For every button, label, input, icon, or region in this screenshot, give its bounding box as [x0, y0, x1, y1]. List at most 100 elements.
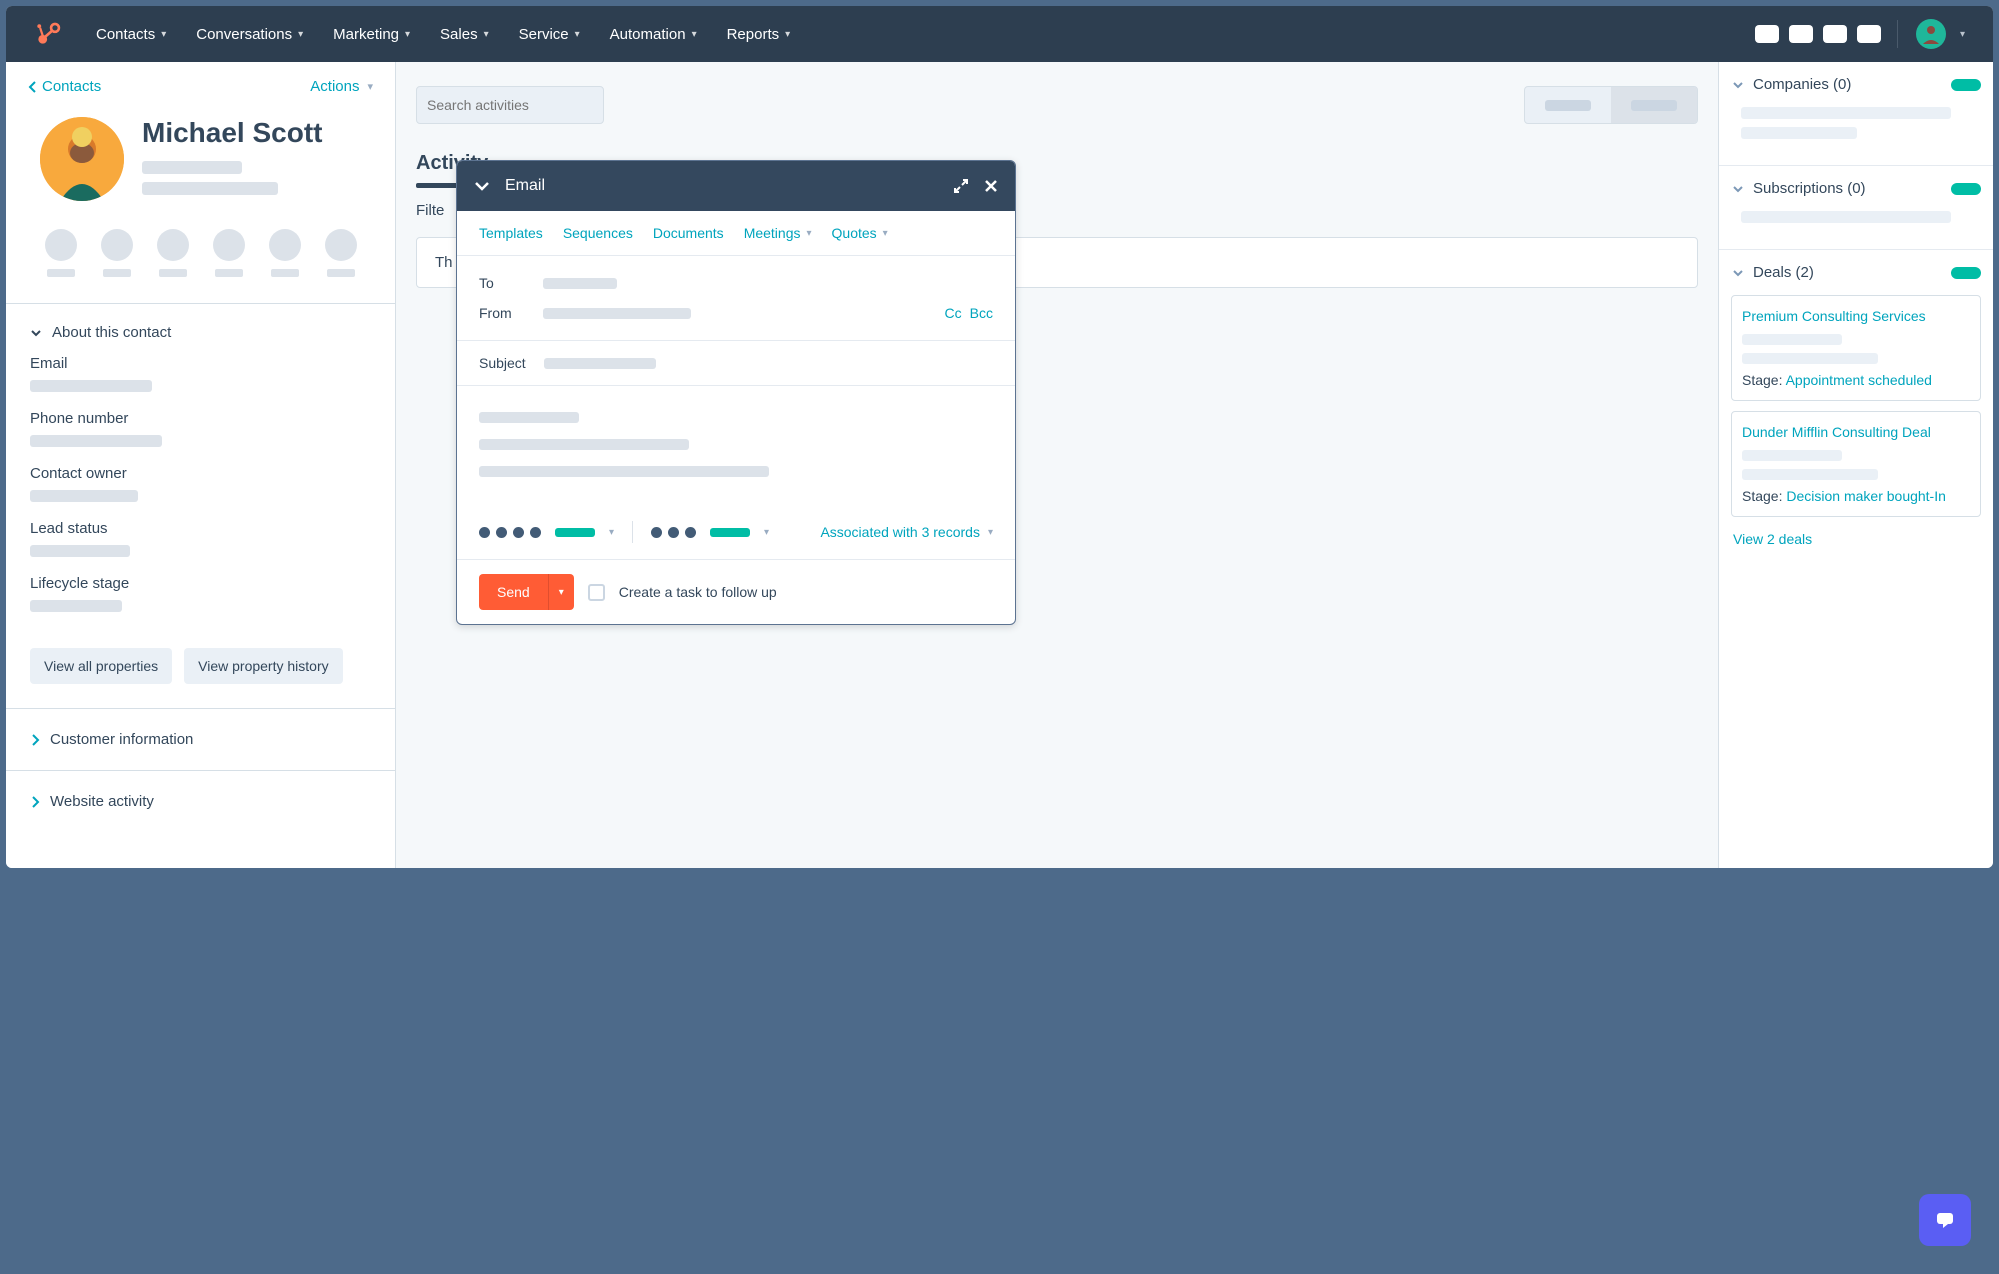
toolbar-group-1[interactable] [479, 527, 541, 538]
placeholder [1741, 127, 1857, 139]
send-button[interactable]: Send [479, 574, 548, 610]
tab-documents[interactable]: Documents [653, 225, 724, 241]
toggle-option-1[interactable] [1525, 87, 1611, 123]
placeholder [479, 439, 689, 450]
deal-title[interactable]: Premium Consulting Services [1742, 308, 1970, 324]
contact-fields: Email Phone number Contact owner Lead st… [6, 355, 395, 648]
nav-pill-4[interactable] [1857, 25, 1881, 43]
chevron-down-icon[interactable]: ▾ [1960, 29, 1965, 40]
toolbar-group-2[interactable] [651, 527, 696, 538]
nav-contacts[interactable]: Contacts▾ [96, 26, 166, 43]
placeholder [1742, 353, 1878, 364]
hubspot-logo-icon[interactable] [34, 20, 62, 48]
nav-items: Contacts▾ Conversations▾ Marketing▾ Sale… [96, 26, 1755, 43]
activity-search[interactable] [416, 86, 604, 124]
toolbar-pill-2[interactable] [710, 528, 750, 537]
chevron-right-icon [30, 796, 40, 808]
nav-divider [1897, 20, 1898, 48]
placeholder [30, 435, 162, 447]
toolbar-pill-1[interactable] [555, 528, 595, 537]
bcc-link[interactable]: Bcc [970, 305, 993, 321]
deals-title[interactable]: Deals (2) [1753, 264, 1943, 281]
expand-icon[interactable] [953, 178, 969, 194]
tab-quotes[interactable]: Quotes▾ [832, 225, 888, 241]
toggle-option-2[interactable] [1611, 87, 1697, 123]
contact-action-3[interactable] [157, 229, 189, 277]
tab-sequences[interactable]: Sequences [563, 225, 633, 241]
customer-information-section[interactable]: Customer information [6, 708, 395, 770]
actions-menu[interactable]: Actions▾ [310, 78, 373, 95]
deal-card[interactable]: Premium Consulting Services Stage: Appoi… [1731, 295, 1981, 401]
left-sidebar: Contacts Actions▾ Michael Scott [6, 62, 396, 868]
chevron-left-icon [28, 81, 38, 93]
website-activity-section[interactable]: Website activity [6, 770, 395, 832]
phone-field-label: Phone number [30, 410, 371, 427]
chat-launcher[interactable] [1919, 1194, 1971, 1246]
about-contact-header[interactable]: About this contact [6, 304, 395, 355]
badge [1951, 79, 1981, 91]
view-deals-link[interactable]: View 2 deals [1731, 527, 1981, 547]
tab-templates[interactable]: Templates [479, 225, 543, 241]
contact-photo [40, 117, 124, 201]
subject-field[interactable]: Subject [457, 341, 1015, 386]
contact-action-2[interactable] [101, 229, 133, 277]
placeholder [30, 380, 152, 392]
close-icon[interactable] [983, 178, 999, 194]
email-body[interactable] [457, 386, 1015, 511]
lead-field-label: Lead status [30, 520, 371, 537]
chevron-down-icon[interactable]: ▾ [609, 527, 614, 538]
deal-stage: Stage: Decision maker bought-In [1742, 488, 1970, 504]
view-all-properties-button[interactable]: View all properties [30, 648, 172, 684]
deal-card[interactable]: Dunder Mifflin Consulting Deal Stage: De… [1731, 411, 1981, 517]
nav-pill-2[interactable] [1789, 25, 1813, 43]
email-modal-header: Email [457, 161, 1015, 211]
follow-up-checkbox[interactable] [588, 584, 605, 601]
companies-title[interactable]: Companies (0) [1753, 76, 1943, 93]
send-dropdown[interactable]: ▾ [548, 574, 574, 610]
contact-header: Michael Scott [6, 99, 395, 223]
view-property-history-button[interactable]: View property history [184, 648, 342, 684]
nav-right: ▾ [1755, 19, 1965, 49]
deal-title[interactable]: Dunder Mifflin Consulting Deal [1742, 424, 1970, 440]
email-footer: Send ▾ Create a task to follow up [457, 559, 1015, 624]
placeholder [543, 278, 617, 289]
contact-action-4[interactable] [213, 229, 245, 277]
placeholder [30, 600, 122, 612]
nav-service[interactable]: Service▾ [519, 26, 580, 43]
nav-reports[interactable]: Reports▾ [727, 26, 791, 43]
to-field[interactable]: To [479, 268, 993, 298]
nav-conversations[interactable]: Conversations▾ [196, 26, 303, 43]
chevron-down-icon[interactable]: ▾ [764, 527, 769, 538]
chevron-down-icon[interactable] [1731, 266, 1745, 280]
tab-meetings[interactable]: Meetings▾ [744, 225, 812, 241]
nav-automation[interactable]: Automation▾ [610, 26, 697, 43]
subscriptions-section: Subscriptions (0) [1719, 166, 1993, 250]
placeholder [142, 182, 278, 195]
contact-action-1[interactable] [45, 229, 77, 277]
placeholder [479, 466, 769, 477]
nav-sales[interactable]: Sales▾ [440, 26, 489, 43]
subscriptions-title[interactable]: Subscriptions (0) [1753, 180, 1943, 197]
nav-marketing[interactable]: Marketing▾ [333, 26, 410, 43]
center-panel: Activity Filte Th Email [396, 62, 1718, 868]
lifecycle-field-label: Lifecycle stage [30, 575, 371, 592]
user-avatar[interactable] [1916, 19, 1946, 49]
nav-pill-3[interactable] [1823, 25, 1847, 43]
associated-records[interactable]: Associated with 3 records▾ [820, 524, 993, 540]
cc-link[interactable]: Cc [945, 305, 962, 321]
chevron-down-icon [30, 327, 42, 339]
contact-action-5[interactable] [269, 229, 301, 277]
search-input[interactable] [427, 97, 608, 113]
placeholder [1741, 107, 1951, 119]
nav-pill-1[interactable] [1755, 25, 1779, 43]
chevron-down-icon[interactable] [1731, 182, 1745, 196]
from-field[interactable]: From Cc Bcc [479, 298, 993, 328]
back-to-contacts[interactable]: Contacts [28, 78, 101, 95]
view-toggle[interactable] [1524, 86, 1698, 124]
main-layout: Contacts Actions▾ Michael Scott [6, 62, 1993, 868]
collapse-icon[interactable] [473, 177, 491, 195]
email-insert-tabs: Templates Sequences Documents Meetings▾ … [457, 211, 1015, 256]
placeholder [544, 358, 656, 369]
chevron-down-icon[interactable] [1731, 78, 1745, 92]
contact-action-6[interactable] [325, 229, 357, 277]
